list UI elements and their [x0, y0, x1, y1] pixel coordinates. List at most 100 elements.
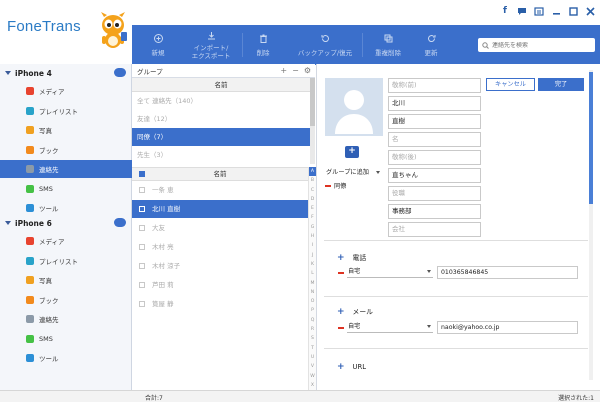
alphabet-letter[interactable]: C — [309, 186, 316, 195]
remove-group-tag-icon[interactable] — [325, 185, 331, 187]
alphabet-letter[interactable]: V — [309, 362, 316, 371]
expand-triangle-icon[interactable] — [5, 221, 11, 225]
minimize-icon[interactable] — [550, 5, 562, 17]
detail-scrollbar[interactable] — [589, 70, 593, 380]
email-value-field[interactable]: naoki@yahoo.co.jp — [437, 321, 578, 334]
device-1[interactable]: iPhone 6 — [0, 214, 132, 232]
sidebar-item-1-6[interactable]: ツール — [0, 349, 132, 367]
detail-field-7[interactable]: 事務部 — [388, 204, 481, 219]
alphabet-letter[interactable]: L — [309, 269, 316, 278]
detail-field-1[interactable]: 北川 — [388, 96, 481, 111]
contact-checkbox[interactable] — [139, 225, 145, 231]
detail-field-5[interactable]: 直ちゃん — [388, 168, 481, 183]
alphabet-letter[interactable]: S — [309, 334, 316, 343]
alphabet-letter[interactable]: N — [309, 288, 316, 297]
alphabet-letter[interactable]: Q — [309, 316, 316, 325]
contact-row[interactable]: 一条 恵 — [132, 181, 308, 199]
feedback-icon[interactable] — [533, 5, 545, 17]
cancel-button[interactable]: キャンセル — [486, 78, 535, 91]
group-scrollbar[interactable] — [310, 78, 315, 164]
add-group-icon[interactable]: + — [280, 66, 287, 75]
group-name-column[interactable]: 名前 — [132, 78, 310, 92]
facebook-icon[interactable]: f — [499, 5, 511, 17]
sidebar-item-1-4[interactable]: 連絡先 — [0, 310, 132, 328]
group-select[interactable]: グループに追加 — [325, 166, 383, 179]
contact-photo[interactable] — [325, 78, 383, 136]
phone-section-title[interactable]: + 電話 — [337, 252, 366, 263]
remove-email-icon[interactable] — [338, 327, 344, 329]
detail-field-8[interactable]: 会社 — [388, 222, 481, 237]
email-type-select[interactable]: 自宅 — [347, 321, 433, 333]
alphabet-letter[interactable]: P — [309, 306, 316, 315]
contact-row[interactable]: 北川 直樹 — [132, 200, 308, 218]
alphabet-letter[interactable]: B — [309, 176, 316, 185]
contact-row[interactable]: 木村 亮 — [132, 238, 308, 256]
add-phone-icon[interactable]: + — [337, 253, 345, 263]
group-row[interactable]: 先生（3） — [132, 146, 310, 164]
close-icon[interactable] — [584, 5, 596, 17]
alphabet-letter[interactable]: A — [309, 167, 316, 177]
url-section-title[interactable]: + URL — [337, 362, 366, 372]
remove-group-icon[interactable]: − — [292, 66, 299, 75]
expand-triangle-icon[interactable] — [5, 71, 11, 75]
detail-field-2[interactable]: 直樹 — [388, 114, 481, 129]
sidebar-item-0-3[interactable]: ブック — [0, 141, 132, 159]
sidebar-item-1-5[interactable]: SMS — [0, 330, 132, 348]
contact-checkbox[interactable] — [139, 244, 145, 250]
phone-type-select[interactable]: 自宅 — [347, 266, 433, 278]
refresh-button[interactable]: 更新 — [414, 25, 448, 65]
alphabet-letter[interactable]: W — [309, 372, 316, 381]
select-all-checkbox[interactable] — [139, 171, 145, 177]
contact-row[interactable]: 木村 涼子 — [132, 257, 308, 275]
detail-scrollbar-thumb[interactable] — [589, 72, 593, 204]
contact-checkbox[interactable] — [139, 187, 145, 193]
email-section-title[interactable]: + メール — [337, 306, 373, 317]
alphabet-letter[interactable]: R — [309, 325, 316, 334]
sidebar-item-1-1[interactable]: プレイリスト — [0, 252, 132, 270]
contact-checkbox[interactable] — [139, 282, 145, 288]
contact-row[interactable]: 大友 — [132, 219, 308, 237]
group-row[interactable]: 友達（12） — [132, 110, 310, 128]
group-settings-icon[interactable]: ⚙ — [304, 66, 311, 75]
sidebar-item-0-2[interactable]: 写真 — [0, 121, 132, 139]
contact-name-column[interactable]: 名前 — [132, 167, 308, 181]
search-box[interactable] — [478, 38, 595, 52]
add-url-icon[interactable]: + — [337, 362, 345, 372]
contact-row[interactable]: 筧屋 静 — [132, 295, 308, 313]
backup-restore-button[interactable]: バックアップ/復元 — [290, 25, 360, 65]
alphabet-letter[interactable]: U — [309, 353, 316, 362]
device-0[interactable]: iPhone 4 — [0, 64, 132, 82]
sidebar-item-0-1[interactable]: プレイリスト — [0, 102, 132, 120]
alphabet-letter[interactable]: T — [309, 344, 316, 353]
alphabet-letter[interactable]: J — [309, 251, 316, 260]
alphabet-letter[interactable]: D — [309, 195, 316, 204]
detail-field-3[interactable]: 名 — [388, 132, 481, 147]
group-row[interactable]: 全て 連絡先（140） — [132, 92, 310, 110]
delete-button[interactable]: 削除 — [246, 25, 280, 65]
phone-value-field[interactable]: 010365846845 — [437, 266, 578, 279]
add-photo-button[interactable]: + — [345, 146, 359, 158]
import-export-button[interactable]: インポート/ エクスポート — [184, 25, 238, 65]
sidebar-item-1-0[interactable]: メディア — [0, 232, 132, 250]
sidebar-item-0-4[interactable]: 連絡先 — [0, 160, 132, 178]
alphabet-letter[interactable]: E — [309, 204, 316, 213]
sidebar-item-1-2[interactable]: 写真 — [0, 271, 132, 289]
done-button[interactable]: 完了 — [538, 78, 584, 91]
remove-phone-icon[interactable] — [338, 272, 344, 274]
sidebar-item-1-3[interactable]: ブック — [0, 291, 132, 309]
contact-checkbox[interactable] — [139, 206, 145, 212]
search-input[interactable] — [492, 41, 587, 49]
group-row[interactable]: 同僚（7） — [132, 128, 310, 146]
add-email-icon[interactable]: + — [337, 307, 345, 317]
sidebar-item-0-5[interactable]: SMS — [0, 180, 132, 198]
alphabet-letter[interactable]: I — [309, 241, 316, 250]
alphabet-letter[interactable]: F — [309, 213, 316, 222]
sidebar-item-0-0[interactable]: メディア — [0, 82, 132, 100]
contact-checkbox[interactable] — [139, 301, 145, 307]
contact-checkbox[interactable] — [139, 263, 145, 269]
maximize-icon[interactable] — [567, 5, 579, 17]
alphabet-letter[interactable]: M — [309, 279, 316, 288]
chat-icon[interactable] — [516, 5, 528, 17]
detail-field-0[interactable]: 敬称(前) — [388, 78, 481, 93]
group-scrollbar-thumb[interactable] — [310, 78, 315, 126]
